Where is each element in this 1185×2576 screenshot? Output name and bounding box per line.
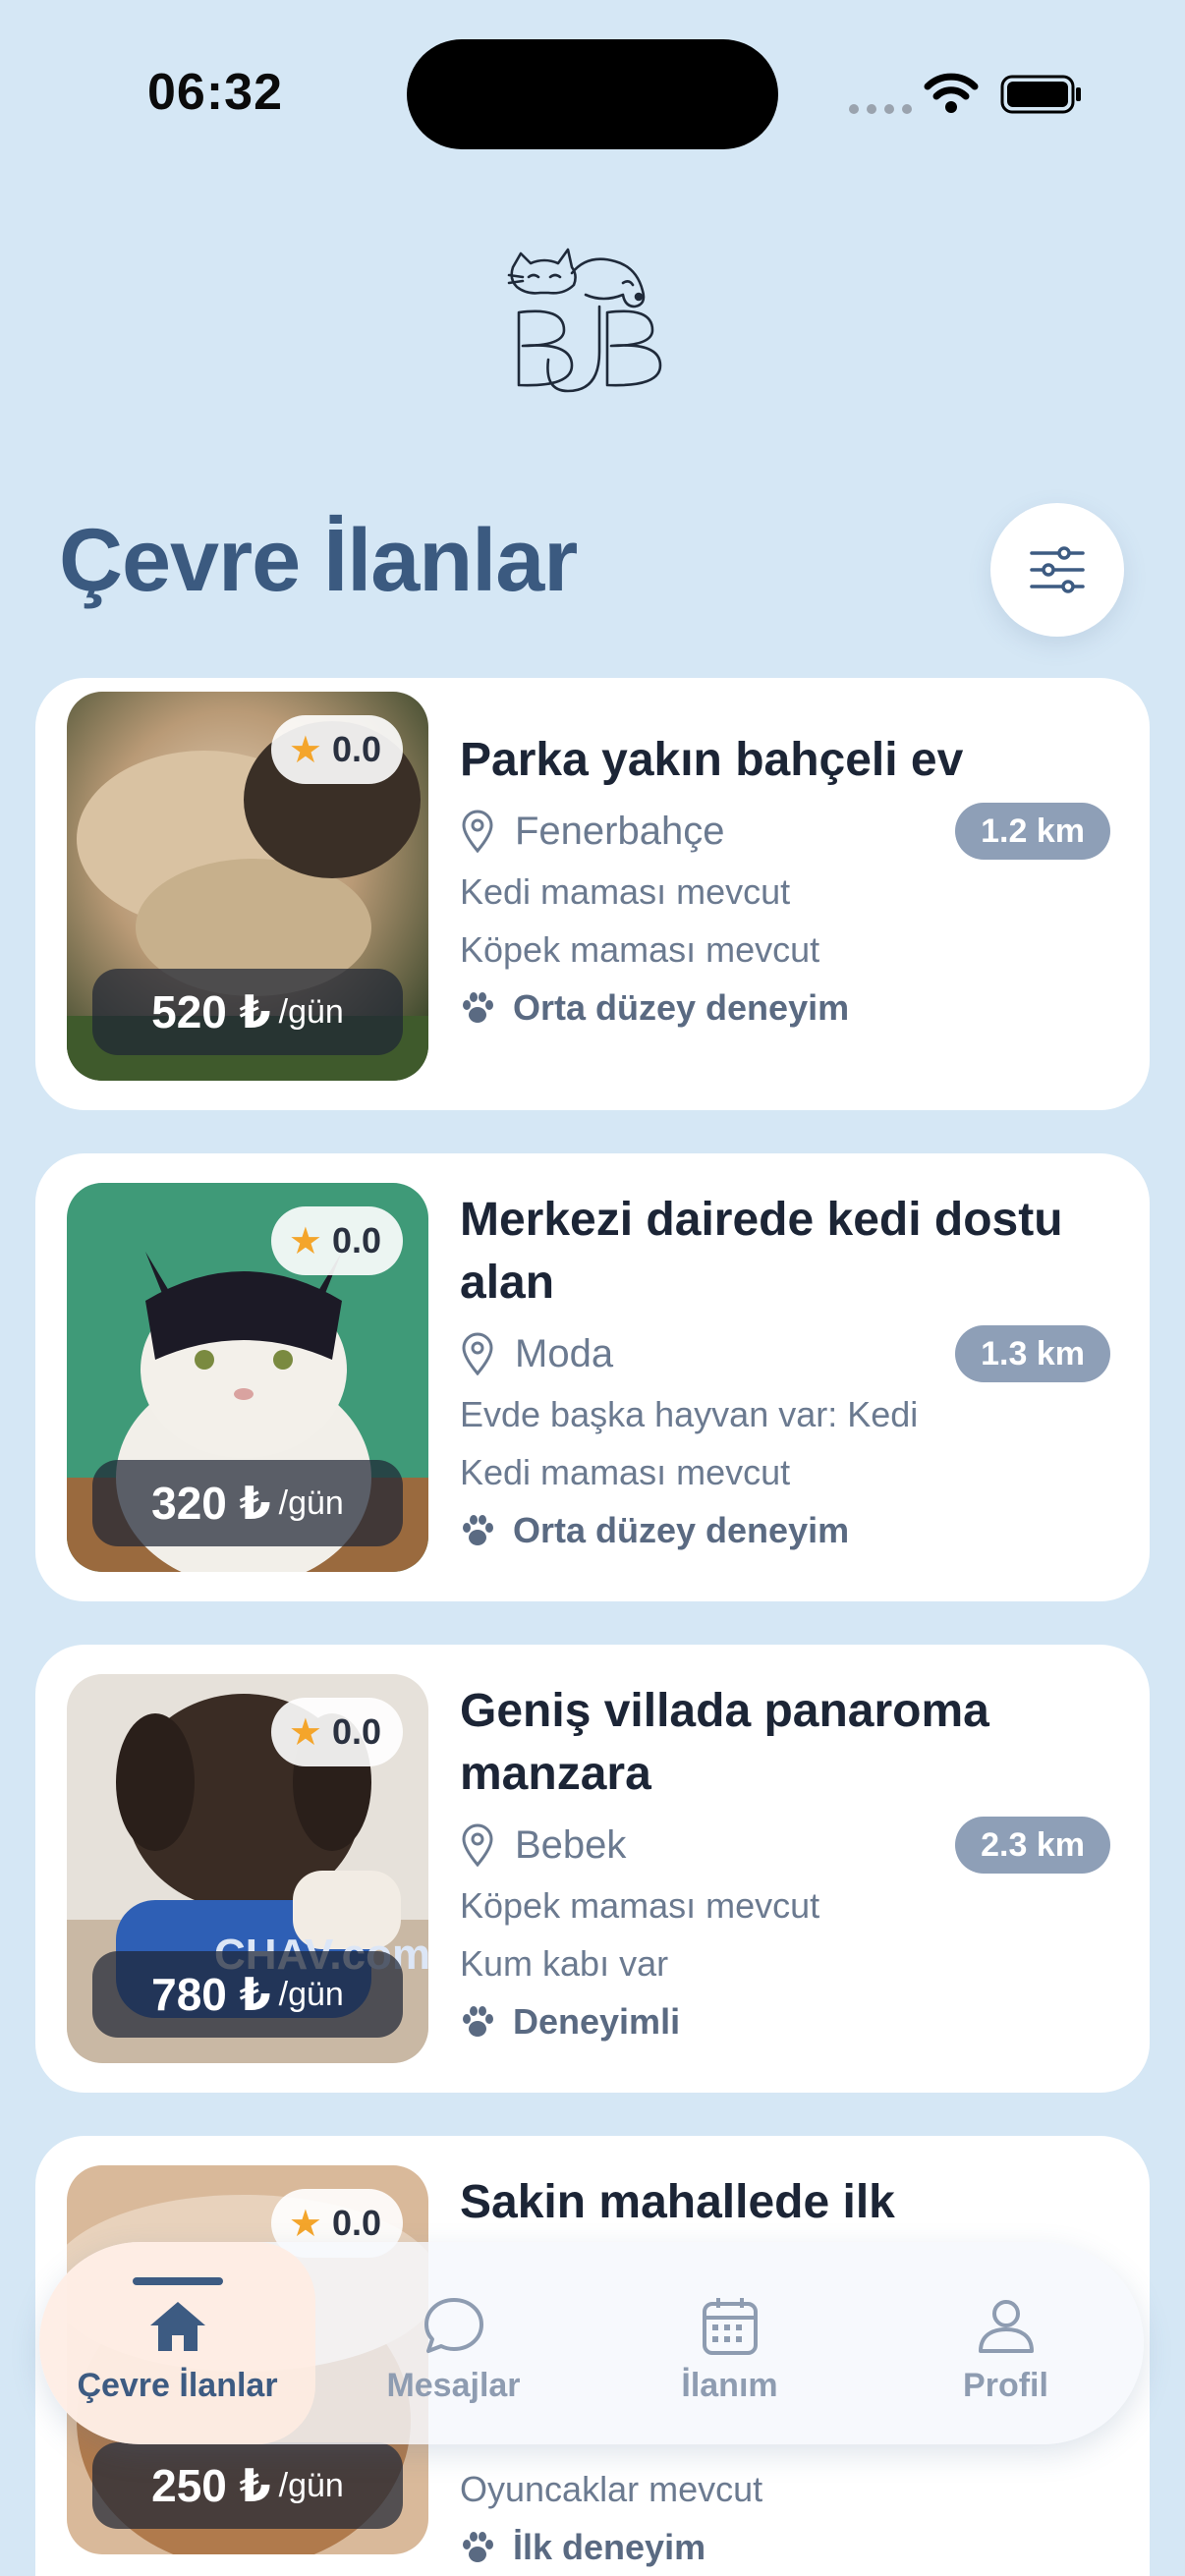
star-icon: ★ xyxy=(288,2203,322,2245)
star-icon: ★ xyxy=(288,729,322,771)
home-icon xyxy=(149,2301,205,2351)
cellular-signal-icon xyxy=(849,104,912,114)
listing-card[interactable]: ★ 0.0 320 ₺ /gün Merkezi dairede kedi do… xyxy=(35,1153,1150,1601)
paw-icon xyxy=(463,1514,493,1545)
paw-icon xyxy=(463,2531,493,2562)
page-title: Çevre İlanlar xyxy=(59,512,578,610)
tab-messages[interactable]: Mesajlar xyxy=(315,2242,592,2444)
experience-level: İlk deneyim xyxy=(460,2518,1110,2576)
listing-photo: CHAV.com ★ 0.0 780 ₺ /gün xyxy=(67,1674,428,2063)
listing-card[interactable]: CHAV.com ★ 0.0 780 ₺ /gün Geniş villada … xyxy=(35,1645,1150,2093)
status-bar: 06:32 xyxy=(0,0,1185,196)
distance-badge: 1.3 km xyxy=(955,1325,1110,1382)
tab-my-listing[interactable]: İlanım xyxy=(592,2242,868,2444)
distance-badge: 1.2 km xyxy=(955,803,1110,860)
price-badge: 320 ₺ /gün xyxy=(92,1460,403,1546)
experience-level: Deneyimli xyxy=(460,1992,1110,2050)
location-pin-icon xyxy=(462,1332,493,1375)
rating-badge: ★ 0.0 xyxy=(270,1698,403,1766)
sliders-icon xyxy=(1030,546,1085,593)
listing-card[interactable]: ★ 0.0 520 ₺ /gün Parka yakın bahçeli ev … xyxy=(35,678,1150,1110)
filter-button[interactable] xyxy=(990,503,1124,637)
battery-icon xyxy=(1000,75,1081,114)
app-logo xyxy=(507,248,662,393)
calendar-icon xyxy=(702,2297,758,2355)
price-badge: 780 ₺ /gün xyxy=(92,1951,403,2038)
dynamic-island xyxy=(407,39,778,149)
rating-badge: ★ 0.0 xyxy=(270,715,403,784)
active-tab-indicator xyxy=(132,2277,223,2285)
listing-location: Moda xyxy=(515,1331,614,1375)
chat-icon xyxy=(423,2297,483,2353)
listing-feature: Kum kabı var xyxy=(460,1942,669,1984)
listing-feature: Köpek maması mevcut xyxy=(460,928,820,970)
location-pin-icon xyxy=(462,1823,493,1867)
listing-feature: Oyuncaklar mevcut xyxy=(460,2468,763,2509)
experience-level: Orta düzey deneyim xyxy=(460,1501,1110,1559)
listing-feature: Evde başka hayvan var: Kedi xyxy=(460,1393,919,1434)
tab-profile[interactable]: Profil xyxy=(868,2242,1144,2444)
price-badge: 250 ₺ /gün xyxy=(92,2442,403,2529)
listing-title: Merkezi dairede kedi dostu alan xyxy=(460,1194,1063,1309)
price-badge: 520 ₺ /gün xyxy=(92,969,403,1055)
paw-icon xyxy=(463,991,493,1023)
rating-badge: ★ 0.0 xyxy=(270,1206,403,1275)
listing-photo: ★ 0.0 520 ₺ /gün xyxy=(67,692,428,1081)
star-icon: ★ xyxy=(288,1711,322,1754)
star-icon: ★ xyxy=(288,1220,322,1262)
profile-icon xyxy=(978,2299,1034,2353)
tab-nearby-listings[interactable]: Çevre İlanlar xyxy=(39,2242,315,2444)
distance-badge: 2.3 km xyxy=(955,1817,1110,1874)
tab-bar: Çevre İlanlar Mesajlar İlanım Profil xyxy=(39,2242,1144,2444)
listing-title: Parka yakın bahçeli ev xyxy=(460,734,964,786)
listing-location: Fenerbahçe xyxy=(515,809,725,853)
paw-icon xyxy=(463,2005,493,2037)
listing-feature: Köpek maması mevcut xyxy=(460,1884,820,1926)
wifi-icon xyxy=(924,73,979,113)
listing-title: Geniş villada panaroma manzara xyxy=(460,1685,989,1800)
listing-feature: Kedi maması mevcut xyxy=(460,1451,791,1492)
location-pin-icon xyxy=(462,810,493,853)
experience-level: Orta düzey deneyim xyxy=(460,979,1110,1036)
listing-feature: Kedi maması mevcut xyxy=(460,870,791,912)
listing-location: Bebek xyxy=(515,1822,627,1867)
listing-photo: ★ 0.0 320 ₺ /gün xyxy=(67,1183,428,1572)
listing-title: Sakin mahallede ilk xyxy=(460,2176,895,2228)
status-time: 06:32 xyxy=(147,64,283,121)
